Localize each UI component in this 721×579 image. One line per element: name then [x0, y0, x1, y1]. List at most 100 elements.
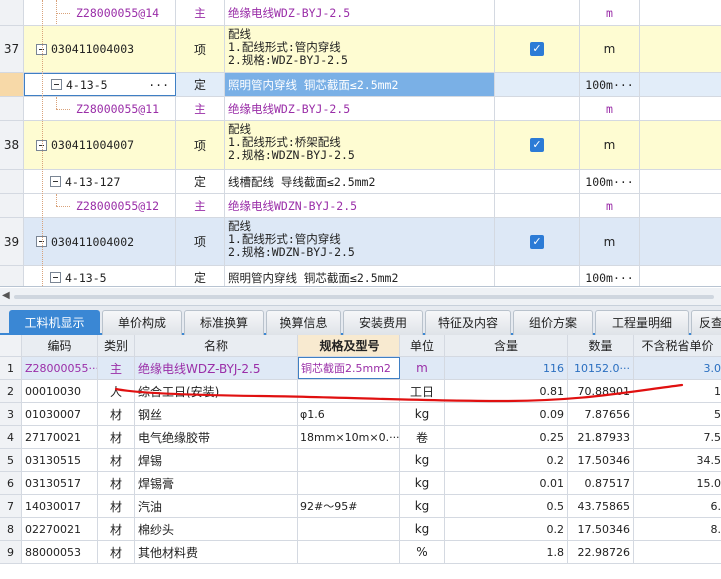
row-index[interactable]: 9 — [0, 541, 22, 563]
material-content[interactable]: 0.2 — [445, 518, 568, 540]
table-row[interactable]: 2 00010030 人综合工日(安装) 工日 0.81 70.88901 1 — [0, 380, 721, 403]
material-quantity[interactable]: 17.50346 — [568, 449, 634, 471]
material-unit-price[interactable]: 5 — [634, 403, 721, 425]
header-unit[interactable]: 单位 — [400, 335, 445, 356]
material-content[interactable]: 0.01 — [445, 472, 568, 494]
tree-row-item[interactable]: Z28000055@11 主 绝缘电线WDZ-BYJ-2.5 m — [0, 97, 721, 121]
collapse-icon[interactable] — [51, 79, 62, 90]
tree-row-quota-selected[interactable]: 4-13-5 ··· 定 照明管内穿线 铜芯截面≤2.5mm2 100m··· — [0, 73, 721, 97]
material-unit[interactable]: kg — [400, 403, 445, 425]
horizontal-scrollbar[interactable] — [14, 295, 714, 299]
material-category[interactable]: 材 — [98, 426, 135, 448]
material-code[interactable]: 02270021 — [22, 518, 98, 540]
table-row[interactable]: 9 88000053 材其他材料费% 1.8 22.98726 — [0, 541, 721, 564]
material-spec[interactable]: 92#～95# — [298, 495, 400, 517]
tab-unit-price[interactable]: 单价构成 — [102, 310, 182, 335]
material-name[interactable]: 焊锡膏 — [135, 472, 298, 494]
tab-install-fee[interactable]: 安装费用 — [343, 310, 423, 335]
material-unit[interactable]: % — [400, 541, 445, 563]
header-name[interactable]: 名称 — [135, 335, 298, 356]
material-unit[interactable]: kg — [400, 495, 445, 517]
material-content[interactable]: 0.81 — [445, 380, 568, 402]
material-code[interactable]: 00010030 — [22, 380, 98, 402]
material-category[interactable]: 材 — [98, 495, 135, 517]
tab-reverse-lookup[interactable]: 反查 — [691, 310, 721, 335]
table-row[interactable]: 8 02270021 材棉纱头 kg 0.2 17.50346 8. — [0, 518, 721, 541]
material-content[interactable]: 116 — [445, 357, 568, 379]
material-spec[interactable] — [298, 449, 400, 471]
table-row[interactable]: 4 27170021 材电气绝缘胶带 18mm×10m×0.··· 卷 0.25 21.87… — [0, 426, 721, 449]
material-name[interactable]: 电气绝缘胶带 — [135, 426, 298, 448]
material-unit[interactable]: 工日 — [400, 380, 445, 402]
material-quantity[interactable]: 10152.0··· — [568, 357, 634, 379]
material-quantity[interactable]: 43.75865 — [568, 495, 634, 517]
material-quantity[interactable]: 0.87517 — [568, 472, 634, 494]
quota-code-cell[interactable]: 4-13-5 ··· — [24, 73, 176, 96]
header-content[interactable]: 含量 — [445, 335, 568, 356]
table-row[interactable]: 3 01030007 材钢丝 φ1.6 kg 0.09 7.87656 5 — [0, 403, 721, 426]
material-content[interactable]: 0.09 — [445, 403, 568, 425]
table-row[interactable]: 5 03130515 材焊锡 kg 0.2 17.50346 34.5 — [0, 449, 721, 472]
collapse-arrow-icon[interactable]: ◀ — [2, 290, 10, 301]
tree-row-list[interactable]: 37 030411004003 项 配线 1.配线形式:管内穿线 2.规格:WD… — [0, 26, 721, 73]
material-category[interactable]: 材 — [98, 472, 135, 494]
material-name[interactable]: 焊锡 — [135, 449, 298, 471]
material-unit[interactable]: 卷 — [400, 426, 445, 448]
material-spec[interactable]: φ1.6 — [298, 403, 400, 425]
material-quantity[interactable]: 70.88901 — [568, 380, 634, 402]
table-row[interactable]: 1 Z28000055··· 主绝缘电线WDZ-BYJ-2.5 铜芯截面2.5mm2 m… — [0, 357, 721, 380]
panel-splitter[interactable]: ◀ — [0, 288, 721, 306]
collapse-icon[interactable] — [50, 272, 61, 283]
header-code[interactable]: 编码 — [22, 335, 98, 356]
material-category[interactable]: 材 — [98, 518, 135, 540]
material-spec[interactable] — [298, 518, 400, 540]
material-code[interactable]: Z28000055··· — [22, 357, 98, 379]
material-unit-price[interactable]: 3.0 — [634, 357, 721, 379]
tab-quantity-detail[interactable]: 工程量明细 — [595, 310, 689, 335]
collapse-icon[interactable] — [50, 176, 61, 187]
material-category[interactable]: 材 — [98, 449, 135, 471]
material-unit[interactable]: kg — [400, 449, 445, 471]
material-spec[interactable] — [298, 472, 400, 494]
material-code[interactable]: 27170021 — [22, 426, 98, 448]
header-quantity[interactable]: 数量 — [568, 335, 634, 356]
material-unit-price[interactable]: 8. — [634, 518, 721, 540]
row-index[interactable]: 6 — [0, 472, 22, 494]
material-category[interactable]: 材 — [98, 541, 135, 563]
material-code[interactable]: 03130517 — [22, 472, 98, 494]
material-name[interactable]: 其他材料费 — [135, 541, 298, 563]
material-unit-price[interactable]: 1 — [634, 380, 721, 402]
row-index[interactable]: 8 — [0, 518, 22, 540]
tree-row-quota[interactable]: 4-13-127 定 线槽配线 导线截面≤2.5mm2 100m··· — [0, 170, 721, 194]
checkbox-checked-icon[interactable]: ✓ — [530, 138, 544, 152]
tab-pricing-plan[interactable]: 组价方案 — [513, 310, 593, 335]
material-content[interactable]: 0.25 — [445, 426, 568, 448]
tree-row-item[interactable]: Z28000055@14 主 绝缘电线WDZ-BYJ-2.5 m — [0, 0, 721, 26]
material-spec[interactable] — [298, 541, 400, 563]
material-name[interactable]: 汽油 — [135, 495, 298, 517]
material-code[interactable]: 88000053 — [22, 541, 98, 563]
checkbox-checked-icon[interactable]: ✓ — [530, 234, 544, 249]
material-unit-price[interactable] — [634, 541, 721, 563]
tab-features[interactable]: 特征及内容 — [425, 310, 511, 335]
material-category[interactable]: 主 — [98, 357, 135, 379]
material-name[interactable]: 绝缘电线WDZ-BYJ-2.5 — [135, 357, 298, 379]
material-code[interactable]: 01030007 — [22, 403, 98, 425]
material-unit[interactable]: kg — [400, 472, 445, 494]
table-row[interactable]: 7 14030017 材汽油 92#～95# kg 0.5 43.75865 6. — [0, 495, 721, 518]
material-spec[interactable]: 18mm×10m×0.··· — [298, 426, 400, 448]
material-content[interactable]: 1.8 — [445, 541, 568, 563]
material-unit-price[interactable]: 15.0 — [634, 472, 721, 494]
header-spec[interactable]: 规格及型号 — [298, 335, 400, 356]
material-quantity[interactable]: 17.50346 — [568, 518, 634, 540]
material-unit-price[interactable]: 7.5 — [634, 426, 721, 448]
row-index[interactable]: 5 — [0, 449, 22, 471]
table-row[interactable]: 6 03130517 材焊锡膏 kg 0.01 0.87517 15.0 — [0, 472, 721, 495]
material-unit-price[interactable]: 6. — [634, 495, 721, 517]
material-content[interactable]: 0.5 — [445, 495, 568, 517]
tree-row-list[interactable]: 38 030411004007 项 配线 1.配线形式:桥架配线 2.规格:WD… — [0, 121, 721, 170]
row-index[interactable]: 2 — [0, 380, 22, 402]
tree-row-quota[interactable]: 4-13-5 定 照明管内穿线 铜芯截面≤2.5mm2 100m··· — [0, 266, 721, 286]
header-category[interactable]: 类别 — [98, 335, 135, 356]
row-index[interactable]: 4 — [0, 426, 22, 448]
